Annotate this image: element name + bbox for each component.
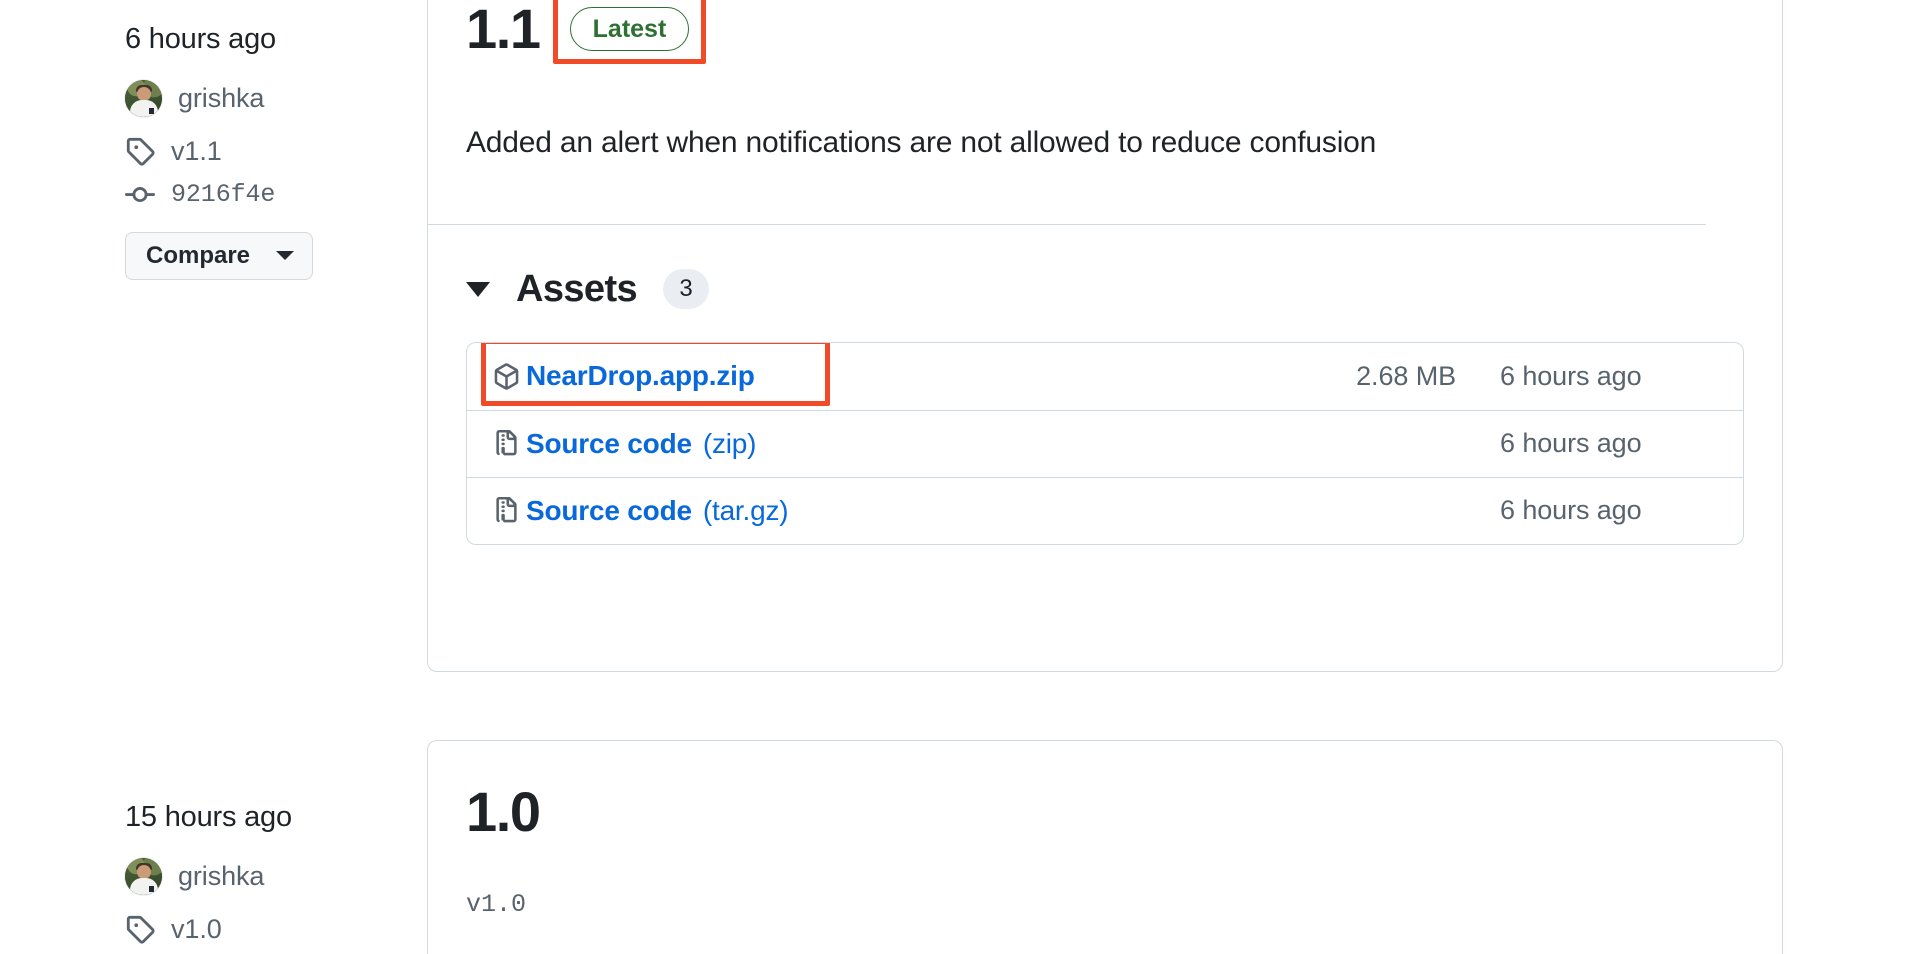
latest-badge: Latest xyxy=(569,7,690,52)
release-card-1: 1.1 Latest Added an alert when notificat… xyxy=(427,0,1783,672)
release-commit[interactable]: 9216f4e xyxy=(125,180,415,210)
table-row[interactable]: Source code (zip) 6 hours ago xyxy=(467,409,1743,477)
avatar[interactable] xyxy=(125,79,162,117)
compare-button[interactable]: Compare xyxy=(125,231,314,280)
release-header-1: 1.1 Latest xyxy=(466,0,1744,65)
author-name[interactable]: grishka xyxy=(178,83,264,114)
release-tag-mono: v1.0 xyxy=(466,889,527,919)
tag-name[interactable]: v1.1 xyxy=(171,136,222,167)
avatar[interactable] xyxy=(125,857,162,895)
asset-link[interactable]: NearDrop.app.zip xyxy=(493,360,755,392)
card-divider xyxy=(428,223,1706,225)
assets-header[interactable]: Assets 3 xyxy=(466,268,1744,311)
release-author[interactable]: grishka xyxy=(125,79,415,117)
asset-link[interactable]: Source code (zip) xyxy=(493,427,757,460)
asset-name-bold: NearDrop.app.zip xyxy=(526,360,755,392)
release-author[interactable]: grishka xyxy=(125,857,415,895)
release-description: Added an alert when notifications are no… xyxy=(466,125,1377,159)
asset-time: 6 hours ago xyxy=(1500,360,1642,391)
asset-name-format: (tar.gz) xyxy=(702,494,789,526)
asset-link[interactable]: Source code (tar.gz) xyxy=(493,494,789,527)
asset-time: 6 hours ago xyxy=(1500,428,1642,459)
release-tag[interactable]: v1.1 xyxy=(125,136,415,167)
release-date: 15 hours ago xyxy=(125,801,292,833)
triangle-down-icon[interactable] xyxy=(466,281,490,297)
release-meta-1: 6 hours ago grishka v1.1 9216f4e Compare xyxy=(125,22,415,280)
package-icon xyxy=(494,363,519,390)
asset-size: 2.68 MB xyxy=(1356,360,1456,391)
table-row[interactable]: NearDrop.app.zip 2.68 MB 6 hours ago xyxy=(467,342,1743,410)
release-tag[interactable]: v1.0 xyxy=(125,914,415,945)
asset-name-bold: Source code xyxy=(526,427,692,459)
commit-sha[interactable]: 9216f4e xyxy=(171,180,275,209)
tag-icon xyxy=(126,916,155,944)
release-card-2: 1.0 v1.0 xyxy=(427,740,1783,954)
file-zip-icon xyxy=(496,430,517,456)
asset-time: 6 hours ago xyxy=(1500,495,1642,526)
chevron-down-icon xyxy=(276,251,295,261)
asset-name-format: (zip) xyxy=(702,427,757,459)
asset-name-bold: Source code xyxy=(526,494,692,526)
commit-icon xyxy=(125,186,155,202)
table-row[interactable]: Source code (tar.gz) 6 hours ago xyxy=(467,476,1743,544)
assets-heading: Assets xyxy=(516,267,638,310)
assets-count-badge: 3 xyxy=(663,269,710,310)
compare-label: Compare xyxy=(146,241,251,269)
release-title: 1.0 xyxy=(466,780,541,843)
release-title: 1.1 xyxy=(466,0,541,60)
release-date: 6 hours ago xyxy=(125,23,276,55)
release-meta-2: 15 hours ago grishka v1.0 xyxy=(125,800,415,945)
file-zip-icon xyxy=(496,497,517,523)
tag-name[interactable]: v1.0 xyxy=(171,914,222,945)
tag-icon xyxy=(126,138,155,166)
assets-table: NearDrop.app.zip 2.68 MB 6 hours ago Sou… xyxy=(466,341,1744,545)
author-name[interactable]: grishka xyxy=(178,861,264,892)
releases-page: 6 hours ago grishka v1.1 9216f4e Compare xyxy=(0,0,1908,954)
